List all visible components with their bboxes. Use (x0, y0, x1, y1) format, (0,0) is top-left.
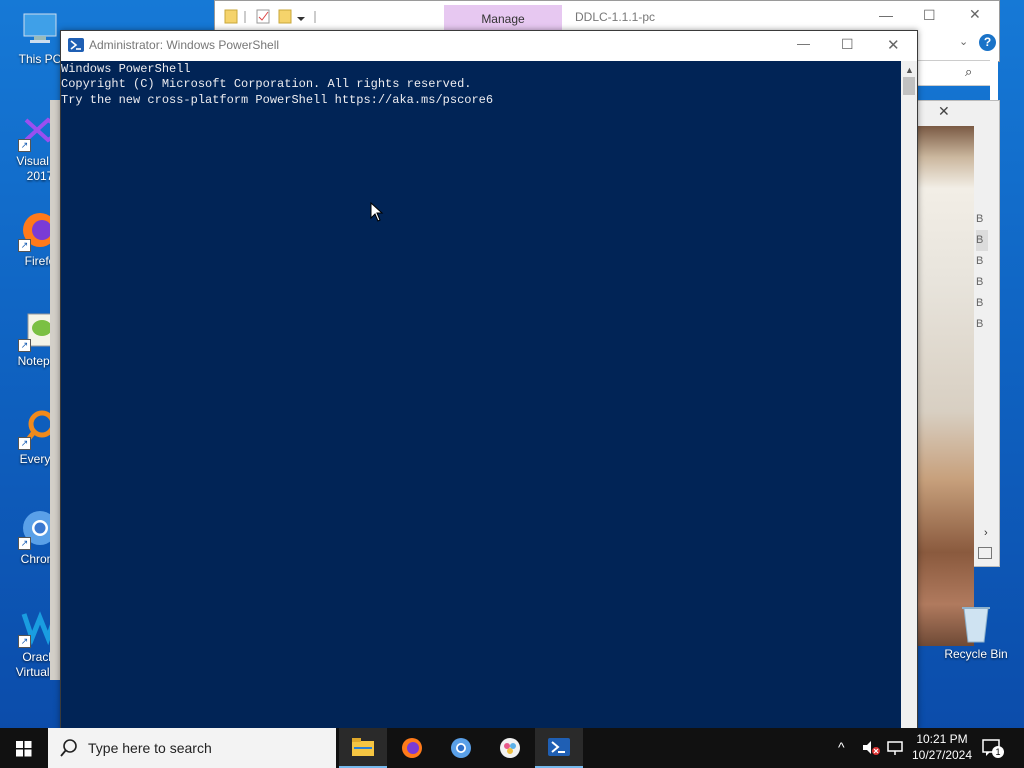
shortcut-arrow-icon: ↗ (18, 339, 31, 352)
search-icon: ⌕ (965, 64, 973, 79)
window-title: Administrator: Windows PowerShell (89, 38, 280, 52)
image-viewer-window[interactable]: ✕ B B B B B B › (915, 100, 1000, 646)
chevron-right-icon[interactable]: › (984, 527, 988, 539)
console-line: Windows PowerShell (61, 62, 191, 76)
app-icon (500, 738, 520, 758)
console-output-area[interactable]: Windows PowerShell Copyright (C) Microso… (61, 61, 901, 731)
volume-muted-icon[interactable] (862, 740, 880, 756)
shortcut-arrow-icon: ↗ (18, 537, 31, 550)
tab-manage[interactable]: Manage (444, 5, 562, 31)
view-mode-icon[interactable] (978, 547, 992, 559)
action-center-button[interactable]: 1 (982, 738, 1004, 758)
list-item: B (976, 318, 984, 330)
system-clock[interactable]: 10:21 PM 10/27/2024 (904, 731, 980, 763)
close-icon[interactable]: ✕ (969, 6, 981, 23)
shortcut-arrow-icon: ↗ (18, 437, 31, 450)
firefox-icon (402, 738, 422, 758)
folder-icon (352, 738, 374, 756)
help-icon[interactable]: ? (979, 34, 996, 51)
recycle-bin-icon (962, 607, 990, 643)
clock-date: 10/27/2024 (911, 748, 973, 762)
shortcut-arrow-icon: ↗ (18, 239, 31, 252)
title-bar[interactable]: Administrator: Windows PowerShell — ☐ ✕ (61, 31, 917, 61)
taskbar: Type here to search ^ 10:21 PM 10/27/202… (0, 728, 1024, 768)
taskbar-app-colorful[interactable] (486, 728, 534, 768)
network-icon[interactable] (886, 740, 904, 756)
taskbar-powershell[interactable] (535, 728, 583, 768)
scrollbar-thumb[interactable] (903, 77, 915, 95)
explorer-title: DDLC-1.1.1-pc (575, 10, 656, 24)
close-icon[interactable]: ✕ (938, 103, 950, 120)
start-button[interactable] (0, 728, 48, 768)
this-pc-icon (20, 8, 60, 48)
desktop-icon-recycle-bin[interactable]: Recycle Bin (938, 600, 1014, 661)
list-item: B (976, 276, 984, 288)
list-item: B (976, 255, 984, 267)
console-line: Try the new cross-platform PowerShell ht… (61, 93, 494, 107)
mouse-cursor-icon (370, 202, 384, 222)
notification-count-badge: 1 (992, 746, 1004, 758)
maximize-icon[interactable]: ☐ (923, 7, 936, 24)
quick-access-toolbar-icons[interactable] (223, 9, 323, 25)
taskbar-firefox[interactable] (388, 728, 436, 768)
list-item: B (976, 213, 984, 225)
powershell-window[interactable]: Administrator: Windows PowerShell — ☐ ✕ … (60, 30, 918, 732)
recycle-bin-label: Recycle Bin (944, 647, 1008, 661)
photo-preview (918, 126, 974, 646)
taskbar-file-explorer[interactable] (339, 728, 387, 768)
list-size-labels: B B B B B B (976, 209, 988, 335)
shortcut-arrow-icon: ↗ (18, 139, 31, 152)
vertical-scrollbar[interactable]: ▲ (901, 61, 917, 731)
chevron-down-icon[interactable]: ⌄ (959, 35, 968, 48)
close-button[interactable]: ✕ (887, 36, 900, 54)
chromium-icon (451, 738, 471, 758)
list-item: B (976, 297, 984, 309)
clock-time: 10:21 PM (916, 732, 968, 746)
list-item: B (976, 230, 988, 251)
taskbar-chromium[interactable] (437, 728, 485, 768)
chevron-up-icon[interactable]: ^ (838, 739, 845, 755)
powershell-icon (548, 738, 570, 756)
search-placeholder: Type here to search (88, 740, 212, 756)
minimize-icon[interactable]: — (879, 7, 893, 23)
powershell-icon (68, 38, 84, 52)
windows-logo-icon (16, 741, 32, 757)
scroll-up-icon[interactable]: ▲ (905, 65, 914, 75)
taskbar-search-box[interactable]: Type here to search (48, 728, 336, 768)
explorer-search-box[interactable]: ⌕ (916, 60, 992, 86)
shortcut-arrow-icon: ↗ (18, 635, 31, 648)
maximize-button[interactable]: ☐ (841, 36, 854, 53)
search-icon (60, 739, 77, 757)
console-line: Copyright (C) Microsoft Corporation. All… (61, 77, 472, 91)
minimize-button[interactable]: — (797, 36, 810, 51)
